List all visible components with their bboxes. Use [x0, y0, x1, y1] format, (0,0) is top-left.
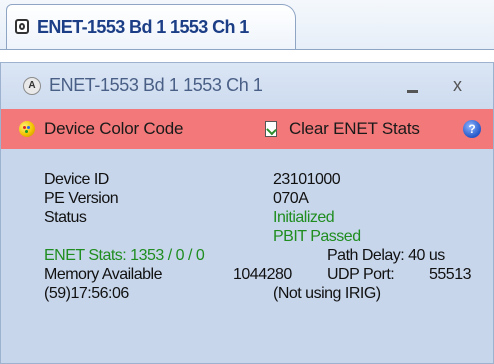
- clear-stats-icon: [265, 121, 277, 137]
- device-id-value: 23101000: [273, 171, 341, 188]
- memory-available-value: 1044280: [233, 266, 292, 283]
- window-title: ENET-1553 Bd 1 1553 Ch 1: [49, 75, 263, 95]
- document-tab[interactable]: ENET-1553 Bd 1 1553 Ch 1: [6, 4, 296, 50]
- device-window: A ENET-1553 Bd 1 1553 Ch 1 x Device Colo…: [0, 62, 494, 364]
- clear-enet-stats-button[interactable]: Clear ENET Stats: [265, 109, 420, 149]
- status-label: Status: [44, 209, 87, 226]
- enet-stats: ENET Stats: 1353 / 0 / 0: [44, 247, 205, 264]
- tab-title: ENET-1553 Bd 1 1553 Ch 1: [37, 17, 249, 37]
- status-pbit: PBIT Passed: [273, 228, 361, 245]
- device-id-label: Device ID: [44, 171, 109, 188]
- tab-divider: [0, 49, 494, 50]
- path-delay: Path Delay: 40 us: [327, 247, 445, 264]
- window-titlebar[interactable]: A ENET-1553 Bd 1 1553 Ch 1 x: [1, 63, 493, 109]
- udp-port-value: 55513: [429, 266, 472, 283]
- document-tab-strip: ENET-1553 Bd 1 1553 Ch 1: [0, 0, 494, 50]
- help-icon[interactable]: ?: [463, 120, 481, 138]
- memory-available-label: Memory Available: [44, 266, 162, 283]
- udp-port-label: UDP Port:: [327, 266, 395, 283]
- status-initialized: Initialized: [273, 209, 335, 226]
- device-color-code-button[interactable]: Device Color Code: [19, 109, 183, 149]
- pe-version-label: PE Version: [44, 190, 119, 207]
- device-color-code-label: Device Color Code: [44, 119, 184, 138]
- minimize-button[interactable]: [401, 73, 423, 97]
- device-time: (59)17:56:06: [44, 285, 129, 302]
- device-toolbar: Device Color Code Clear ENET Stats ?: [1, 109, 493, 149]
- pe-version-value: 070A: [273, 190, 309, 207]
- palette-icon: [19, 121, 35, 137]
- device-window-icon: [15, 19, 29, 34]
- irig-status: (Not using IRIG): [273, 285, 381, 302]
- close-button[interactable]: x: [453, 75, 462, 96]
- app-icon: A: [23, 77, 41, 95]
- clear-enet-stats-label: Clear ENET Stats: [289, 119, 420, 138]
